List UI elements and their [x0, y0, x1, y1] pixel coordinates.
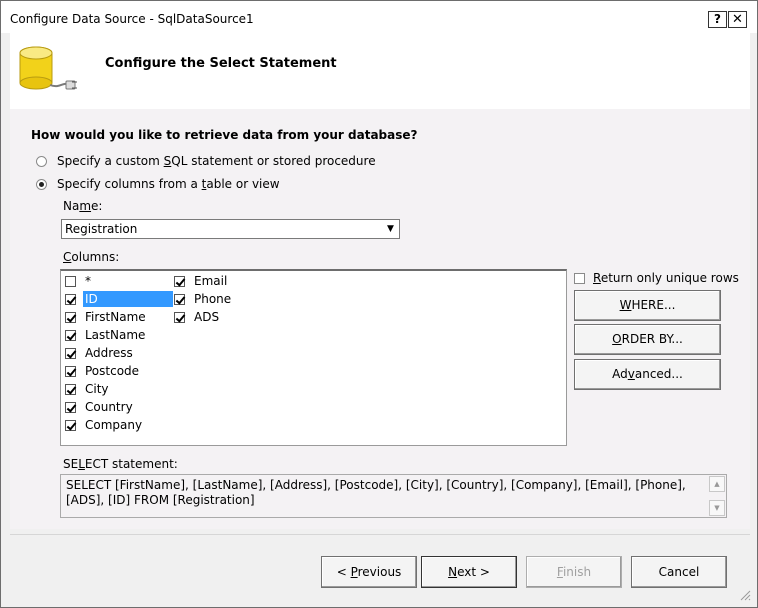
window-title: Configure Data Source - SqlDataSource1	[10, 12, 254, 26]
checkbox[interactable]	[65, 293, 76, 305]
checkbox[interactable]	[574, 272, 585, 284]
retrieve-question: How would you like to retrieve data from…	[31, 128, 418, 142]
custom-sql-radio[interactable]: Specify a custom SQL statement or stored…	[36, 154, 376, 168]
database-icon	[19, 46, 77, 90]
checkbox[interactable]	[65, 329, 76, 341]
title-bar: Configure Data Source - SqlDataSource1 ?…	[1, 1, 757, 33]
specify-columns-label: Specify columns from a table or view	[57, 177, 280, 191]
dialog-window: Configure Data Source - SqlDataSource1 ?…	[0, 0, 758, 608]
radio-indicator[interactable]	[36, 155, 47, 167]
checkbox[interactable]	[174, 311, 185, 323]
footer-divider	[10, 534, 750, 535]
radio-indicator-checked[interactable]	[36, 178, 47, 190]
table-name-value: Registration	[65, 222, 138, 236]
columns-label: Columns:	[63, 250, 120, 264]
select-statement-box[interactable]: SELECT [FirstName], [LastName], [Address…	[60, 474, 727, 518]
checkbox[interactable]	[174, 275, 185, 287]
advanced-button[interactable]: Advanced...	[574, 359, 721, 390]
column-item-id[interactable]: ID	[65, 290, 173, 308]
columns-list[interactable]: * ID FirstName LastName Address Postcode…	[60, 269, 567, 446]
checkbox[interactable]	[65, 365, 76, 377]
column-item-country[interactable]: Country	[65, 398, 135, 416]
checkbox[interactable]	[65, 419, 76, 431]
checkbox[interactable]	[65, 275, 76, 287]
column-item-email[interactable]: Email	[174, 272, 229, 290]
where-button[interactable]: WHERE...	[574, 290, 721, 321]
column-item-address[interactable]: Address	[65, 344, 135, 362]
next-button[interactable]: Next >	[421, 556, 517, 588]
checkbox[interactable]	[65, 383, 76, 395]
finish-button[interactable]: Finish	[526, 556, 622, 588]
wizard-header: Configure the Select Statement	[10, 33, 750, 109]
column-item-city[interactable]: City	[65, 380, 111, 398]
scroll-up-icon[interactable]: ▲	[709, 476, 725, 492]
close-button[interactable]: ✕	[728, 11, 747, 28]
checkbox[interactable]	[174, 293, 185, 305]
column-item-postcode[interactable]: Postcode	[65, 362, 141, 380]
help-button[interactable]: ?	[708, 11, 727, 28]
custom-sql-label: Specify a custom SQL statement or stored…	[57, 154, 376, 168]
column-item-company[interactable]: Company	[65, 416, 144, 434]
cancel-button[interactable]: Cancel	[631, 556, 727, 588]
column-item-lastname[interactable]: LastName	[65, 326, 147, 344]
unique-rows-checkbox[interactable]: Return only unique rows	[574, 271, 739, 285]
name-label: Name:	[63, 199, 103, 213]
resize-grip-icon[interactable]	[739, 589, 751, 601]
table-name-select[interactable]: Registration ▼	[61, 219, 400, 239]
scroll-down-icon[interactable]: ▼	[709, 500, 725, 516]
specify-columns-radio[interactable]: Specify columns from a table or view	[36, 177, 280, 191]
select-statement-text: SELECT [FirstName], [LastName], [Address…	[66, 478, 686, 507]
unique-rows-label: Return only unique rows	[593, 271, 739, 285]
select-statement-label: SELECT statement:	[63, 457, 178, 471]
column-item-ads[interactable]: ADS	[174, 308, 221, 326]
checkbox[interactable]	[65, 347, 76, 359]
column-item-phone[interactable]: Phone	[174, 290, 233, 308]
checkbox[interactable]	[65, 401, 76, 413]
column-item-star[interactable]: *	[65, 272, 93, 290]
order-by-button[interactable]: ORDER BY...	[574, 324, 721, 355]
dropdown-arrow-icon[interactable]: ▼	[383, 221, 398, 237]
header-title: Configure the Select Statement	[105, 56, 337, 71]
column-item-firstname[interactable]: FirstName	[65, 308, 148, 326]
previous-button[interactable]: < Previous	[321, 556, 417, 588]
checkbox[interactable]	[65, 311, 76, 323]
wizard-content: How would you like to retrieve data from…	[10, 109, 750, 529]
